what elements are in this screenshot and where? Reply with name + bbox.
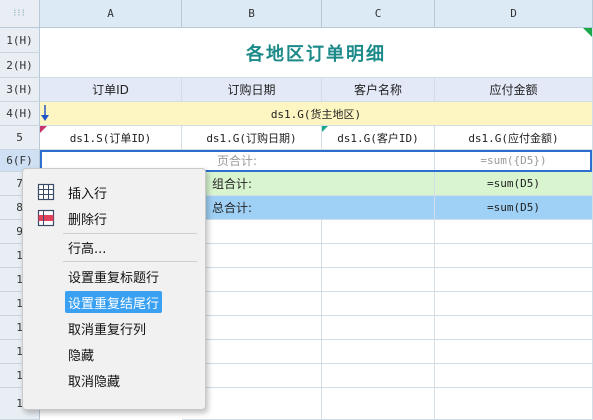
row-header-3[interactable]: 3(H) <box>0 78 40 102</box>
menu-item-insert-row[interactable]: 插入行 <box>65 181 110 203</box>
row-context-menu: 插入行 删除行 行高... 设置重复标题行 设置重复结尾行 取消重复行列 隐藏 … <box>22 168 206 410</box>
report-title-cell[interactable]: 各地区订单明细 <box>40 28 593 78</box>
column-header-c[interactable]: C <box>322 0 435 28</box>
menu-item-delete-row[interactable]: 删除行 <box>65 207 110 229</box>
cell-corner-marker <box>583 28 592 37</box>
row-header-5[interactable]: 5 <box>0 126 40 150</box>
group-total-formula[interactable]: =sum(D5) <box>435 172 593 196</box>
empty-cell[interactable] <box>435 340 593 364</box>
header-amount[interactable]: 应付金额 <box>435 78 593 102</box>
header-order-id[interactable]: 订单ID <box>40 78 182 102</box>
menu-item-set-repeat-footer-row[interactable]: 设置重复结尾行 <box>65 291 163 313</box>
menu-item-unhide[interactable]: 取消隐藏 <box>65 369 123 391</box>
column-header-a[interactable]: A <box>40 0 182 28</box>
empty-cell[interactable] <box>435 316 593 340</box>
group-total-label[interactable]: 组合计: <box>182 172 435 196</box>
delete-row-icon <box>37 209 55 227</box>
group-field-cell[interactable]: ds1.G(货主地区) <box>40 102 593 126</box>
menu-separator <box>63 261 197 262</box>
empty-cell[interactable] <box>435 364 593 388</box>
empty-cell[interactable] <box>322 292 435 316</box>
empty-cell[interactable] <box>435 244 593 268</box>
menu-separator <box>63 233 197 234</box>
empty-cell[interactable] <box>322 220 435 244</box>
menu-item-hide[interactable]: 隐藏 <box>65 343 97 365</box>
menu-item-set-repeat-title-row[interactable]: 设置重复标题行 <box>65 265 162 287</box>
corner-grip-icon: ⁝⁝⁝ <box>13 8 26 19</box>
empty-cell[interactable] <box>435 388 593 420</box>
insert-row-icon <box>37 183 55 201</box>
empty-cell[interactable] <box>322 316 435 340</box>
empty-cell[interactable] <box>435 292 593 316</box>
row-header-2[interactable]: 2(H) <box>0 53 40 78</box>
detail-order-date[interactable]: ds1.G(订购日期) <box>182 126 322 150</box>
empty-cell[interactable] <box>322 268 435 292</box>
cell-flag-marker <box>40 126 47 133</box>
empty-cell[interactable] <box>322 340 435 364</box>
column-header-d[interactable]: D <box>435 0 593 28</box>
column-header-b[interactable]: B <box>182 0 322 28</box>
empty-cell[interactable] <box>435 220 593 244</box>
empty-cell[interactable] <box>322 364 435 388</box>
expand-down-arrow-icon <box>41 105 49 121</box>
row-header-1[interactable]: 1(H) <box>0 28 40 53</box>
page-total-formula[interactable]: =sum({D5}) <box>435 150 593 172</box>
cell-flag-marker <box>322 126 328 132</box>
grand-total-label[interactable]: 总合计: <box>182 196 435 220</box>
detail-order-id[interactable]: ds1.S(订单ID) <box>40 126 182 150</box>
detail-amount[interactable]: ds1.G(应付金额) <box>435 126 593 150</box>
select-all-corner[interactable]: ⁝⁝⁝ <box>0 0 40 28</box>
detail-customer-id[interactable]: ds1.G(客户ID) <box>322 126 435 150</box>
header-customer-name[interactable]: 客户名称 <box>322 78 435 102</box>
row-header-4[interactable]: 4(H) <box>0 102 40 126</box>
menu-item-cancel-repeat[interactable]: 取消重复行列 <box>65 317 149 339</box>
grand-total-formula[interactable]: =sum(D5) <box>435 196 593 220</box>
empty-cell[interactable] <box>435 268 593 292</box>
header-order-date[interactable]: 订购日期 <box>182 78 322 102</box>
empty-cell[interactable] <box>322 388 435 420</box>
menu-item-row-height[interactable]: 行高... <box>65 236 109 258</box>
report-designer-sheet: ⁝⁝⁝ A B C D 1(H) 2(H) 3(H) 4(H) 5 6(F) 7… <box>0 0 593 420</box>
empty-cell[interactable] <box>322 244 435 268</box>
